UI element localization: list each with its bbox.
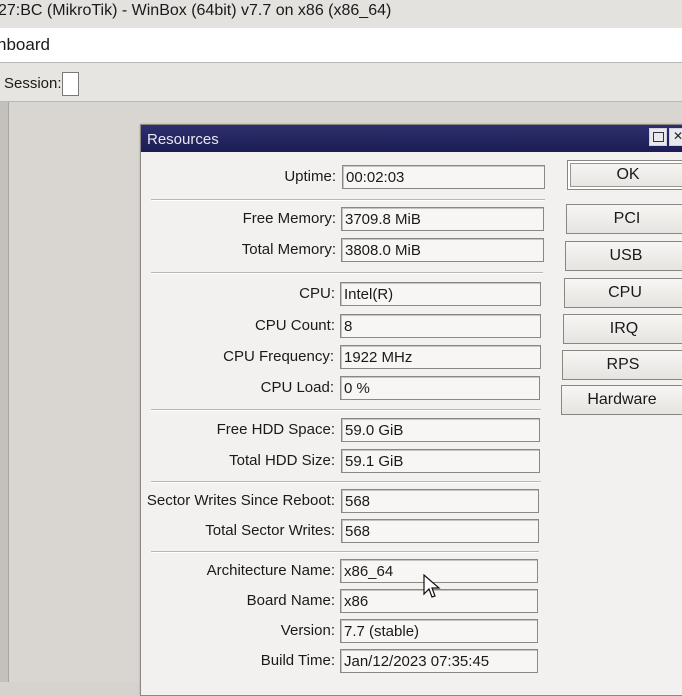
free-hdd-value: 59.0 GiB: [341, 418, 540, 442]
cpu-load-value: 0 %: [340, 376, 540, 400]
cpu-button[interactable]: CPU: [564, 278, 682, 308]
sector-writes-reboot-label: Sector Writes Since Reboot:: [146, 492, 335, 509]
session-input[interactable]: [62, 72, 79, 96]
resources-dialog: Resources ✕ Uptime: 00:02:03 Free Memory…: [140, 124, 682, 696]
version-value: 7.7 (stable): [340, 619, 538, 643]
free-memory-label: Free Memory:: [242, 210, 336, 227]
dialog-title: Resources: [147, 131, 219, 148]
usb-button[interactable]: USB: [565, 241, 682, 271]
session-label: Session:: [4, 75, 62, 92]
total-sector-writes-label: Total Sector Writes:: [205, 522, 335, 539]
cpu-frequency-value: 1922 MHz: [340, 345, 541, 369]
total-sector-writes-value: 568: [341, 519, 539, 543]
cpu-count-value: 8: [340, 314, 541, 338]
total-hdd-row: Total HDD Size: 59.1 GiB: [141, 449, 681, 473]
rps-button[interactable]: RPS: [562, 350, 682, 380]
total-memory-label: Total Memory:: [241, 241, 336, 258]
build-time-label: Build Time:: [260, 652, 335, 669]
window-title: 27:BC (MikroTik) - WinBox (64bit) v7.7 o…: [0, 2, 392, 19]
irq-button[interactable]: IRQ: [563, 314, 682, 344]
build-time-value: Jan/12/2023 07:35:45: [340, 649, 538, 673]
board-name-row: Board Name: x86: [141, 589, 681, 613]
sector-writes-reboot-row: Sector Writes Since Reboot: 568: [141, 489, 681, 513]
cpu-count-label: CPU Count:: [254, 317, 335, 334]
hardware-button[interactable]: Hardware: [561, 385, 682, 415]
cpu-label: CPU:: [299, 285, 335, 302]
window-titlebar: 27:BC (MikroTik) - WinBox (64bit) v7.7 o…: [0, 0, 682, 28]
free-hdd-label: Free HDD Space:: [216, 421, 335, 438]
cpu-load-label: CPU Load:: [260, 379, 334, 396]
separator: [151, 551, 539, 553]
build-time-row: Build Time: Jan/12/2023 07:35:45: [141, 649, 681, 673]
pci-button[interactable]: PCI: [566, 204, 682, 234]
dialog-controls: ✕: [647, 128, 682, 148]
left-rail: [0, 102, 9, 682]
architecture-row: Architecture Name: x86_64: [141, 559, 681, 583]
menu-bar: hboard: [0, 28, 682, 63]
architecture-label: Architecture Name:: [206, 562, 335, 579]
total-hdd-label: Total HDD Size:: [229, 452, 335, 469]
uptime-value: 00:02:03: [342, 165, 545, 189]
board-name-label: Board Name:: [246, 592, 335, 609]
menu-item-dashboard[interactable]: hboard: [0, 28, 50, 62]
session-toolbar: Session:: [0, 63, 682, 102]
close-icon[interactable]: ✕: [669, 128, 682, 146]
uptime-label: Uptime:: [284, 168, 336, 185]
total-hdd-value: 59.1 GiB: [341, 449, 540, 473]
separator: [151, 199, 545, 201]
sector-writes-reboot-value: 568: [341, 489, 539, 513]
separator: [151, 272, 543, 274]
separator: [151, 481, 541, 483]
total-sector-writes-row: Total Sector Writes: 568: [141, 519, 681, 543]
cpu-frequency-label: CPU Frequency:: [223, 348, 334, 365]
separator: [151, 409, 541, 411]
dialog-titlebar[interactable]: Resources ✕: [141, 125, 682, 152]
free-memory-value: 3709.8 MiB: [341, 207, 544, 231]
ok-button[interactable]: OK: [567, 160, 682, 190]
mouse-pointer-icon: [423, 574, 441, 598]
total-memory-value: 3808.0 MiB: [341, 238, 544, 262]
restore-icon[interactable]: [649, 128, 667, 146]
free-hdd-row: Free HDD Space: 59.0 GiB: [141, 418, 681, 442]
version-label: Version:: [280, 622, 335, 639]
cpu-value: Intel(R): [340, 282, 541, 306]
version-row: Version: 7.7 (stable): [141, 619, 681, 643]
